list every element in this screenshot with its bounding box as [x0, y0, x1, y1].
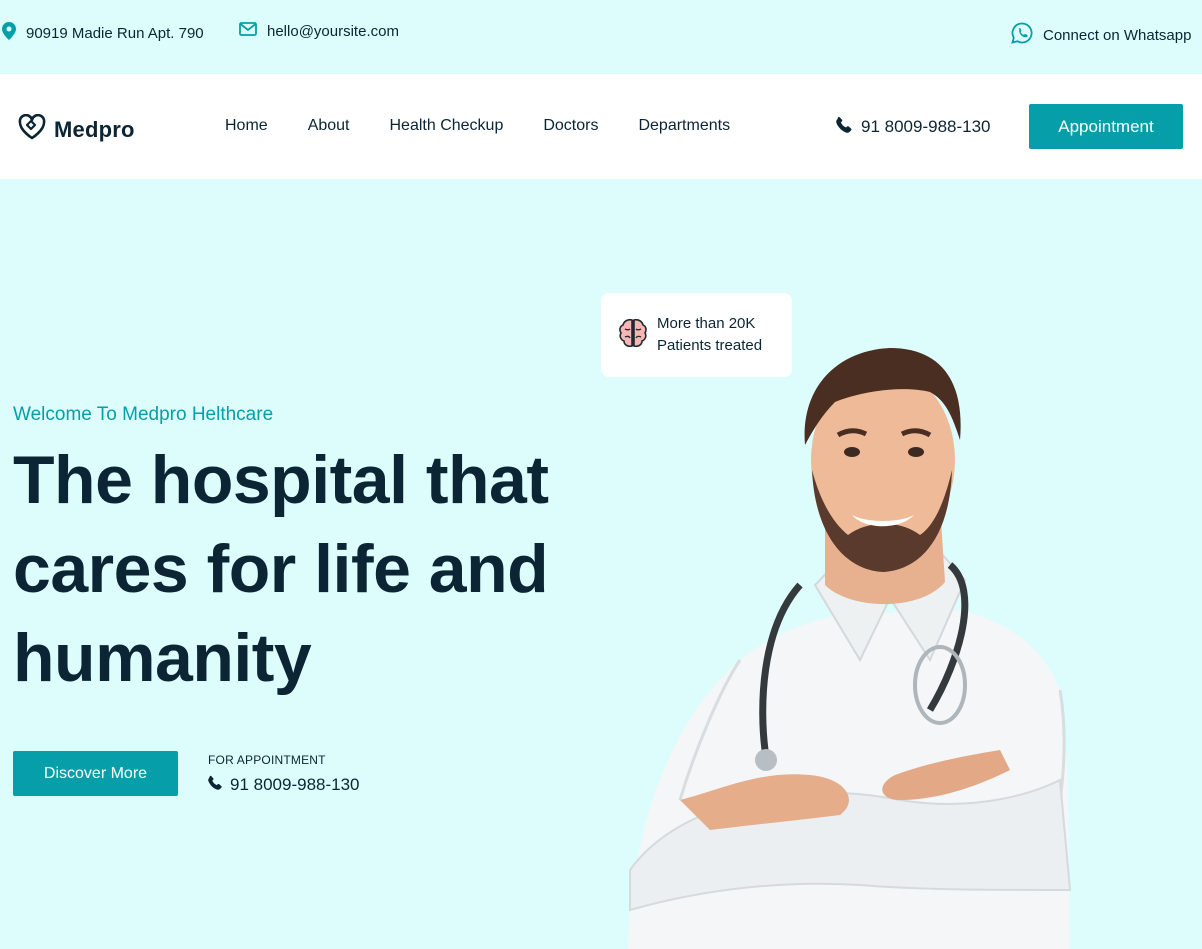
whatsapp-link[interactable]: Connect on Whatsapp [1011, 22, 1191, 48]
for-appointment-label: FOR APPOINTMENT [208, 753, 326, 767]
top-info-bar: 90919 Madie Run Apt. 790 hello@yoursite.… [0, 0, 1202, 74]
phone-icon [836, 116, 861, 138]
stat-text: More than 20K Patients treated [657, 313, 762, 357]
hero-subtitle: Welcome To Medpro Helthcare [13, 404, 274, 425]
nav-link-doctors[interactable]: Doctors [543, 117, 598, 135]
discover-more-button[interactable]: Discover More [13, 751, 178, 796]
address-info: 90919 Madie Run Apt. 790 [2, 22, 204, 44]
stat-line-2: Patients treated [657, 337, 763, 354]
stat-line-1: More than 20K [657, 315, 756, 332]
whatsapp-text[interactable]: Connect on Whatsapp [1043, 27, 1191, 44]
nav-link-about[interactable]: About [308, 117, 350, 135]
patients-stat-card: More than 20K Patients treated [601, 293, 792, 377]
phone-icon [208, 775, 230, 795]
heart-logo-icon [18, 113, 46, 145]
main-navbar: Medpro Home About Health Checkup Doctors… [0, 74, 1202, 179]
address-text: 90919 Madie Run Apt. 790 [26, 24, 204, 42]
hero-phone-text[interactable]: 91 8009-988-130 [230, 775, 360, 795]
hero-phone[interactable]: 91 8009-988-130 [208, 775, 360, 795]
whatsapp-icon [1011, 22, 1043, 48]
hero-title-line-2: cares for life and [13, 531, 549, 607]
hero-title: The hospital that cares for life and hum… [13, 436, 613, 703]
map-pin-icon [2, 22, 26, 44]
nav-phone[interactable]: 91 8009-988-130 [836, 116, 991, 138]
doctor-image [628, 348, 1072, 949]
brain-icon [619, 317, 647, 354]
mail-icon [239, 22, 267, 40]
logo-text: Medpro [54, 116, 135, 142]
hero-title-line-1: The hospital that [13, 442, 549, 518]
nav-link-health-checkup[interactable]: Health Checkup [390, 117, 504, 135]
nav-phone-text[interactable]: 91 8009-988-130 [861, 117, 991, 137]
nav-link-departments[interactable]: Departments [638, 117, 730, 135]
nav-link-home[interactable]: Home [225, 117, 268, 135]
nav-menu: Home About Health Checkup Doctors Depart… [225, 117, 770, 135]
email-info[interactable]: hello@yoursite.com [239, 22, 399, 40]
hero-title-line-3: humanity [13, 620, 312, 696]
appointment-button[interactable]: Appointment [1029, 104, 1183, 149]
logo[interactable]: Medpro [18, 113, 135, 145]
email-text[interactable]: hello@yoursite.com [267, 23, 399, 40]
